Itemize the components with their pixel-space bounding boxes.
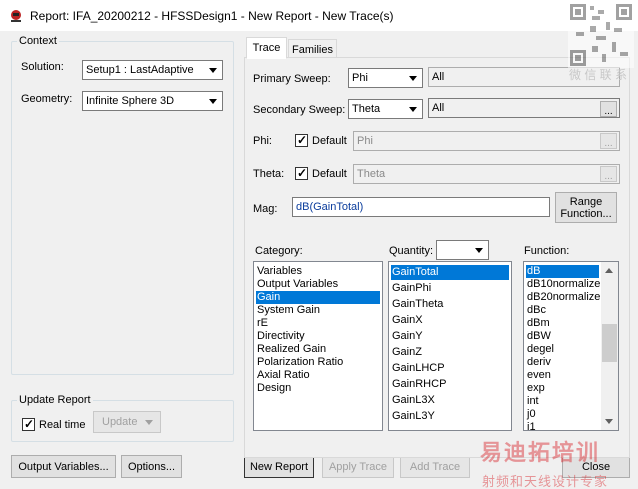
function-list-item[interactable]: dB bbox=[526, 265, 599, 278]
solution-dropdown[interactable]: Setup1 : LastAdaptive bbox=[82, 60, 223, 80]
category-list-item[interactable]: rE bbox=[256, 317, 380, 330]
geometry-label: Geometry: bbox=[21, 93, 73, 105]
function-list-item[interactable]: j0 bbox=[526, 408, 599, 421]
category-list-item[interactable]: Variables bbox=[256, 265, 380, 278]
category-list-item[interactable]: Design bbox=[256, 382, 380, 395]
function-list-item[interactable]: dB10normalize bbox=[526, 278, 600, 291]
secondary-sweep-ellipsis-button[interactable]: ... bbox=[600, 101, 617, 117]
output-variables-button[interactable]: Output Variables... bbox=[11, 455, 116, 478]
phi-default-checkbox[interactable]: ✓ bbox=[295, 133, 308, 147]
secondary-sweep-range-field[interactable]: All bbox=[428, 98, 620, 118]
theta-default-label[interactable]: Default bbox=[312, 168, 347, 180]
quantity-list-item[interactable]: GainL3X bbox=[391, 393, 509, 408]
category-list-item[interactable]: Realized Gain bbox=[256, 343, 380, 356]
chevron-down-icon[interactable] bbox=[205, 92, 222, 110]
phi-ellipsis-button[interactable]: ... bbox=[600, 133, 617, 149]
function-list-item[interactable]: exp bbox=[526, 382, 599, 395]
quantity-list-item[interactable]: GainTheta bbox=[391, 297, 509, 312]
function-list-item[interactable]: degel bbox=[526, 343, 599, 356]
primary-sweep-dropdown[interactable]: Phi bbox=[348, 68, 423, 88]
primary-sweep-label: Primary Sweep: bbox=[253, 73, 331, 85]
theta-value-field[interactable]: Theta bbox=[353, 164, 620, 184]
function-list-item[interactable]: even bbox=[526, 369, 599, 382]
function-list-item[interactable]: dBW bbox=[526, 330, 599, 343]
add-trace-button[interactable]: Add Trace bbox=[400, 455, 470, 478]
checkmark-icon: ✓ bbox=[24, 417, 35, 431]
brand-watermark-subtitle: 射频和天线设计专家 bbox=[482, 474, 609, 489]
quantity-list-item[interactable]: GainX bbox=[391, 313, 509, 328]
category-list-item[interactable]: Axial Ratio bbox=[256, 369, 380, 382]
new-report-button[interactable]: New Report bbox=[244, 455, 314, 478]
scroll-up-icon[interactable] bbox=[601, 262, 618, 279]
context-group: Context bbox=[11, 35, 234, 375]
realtime-label[interactable]: Real time bbox=[39, 419, 85, 431]
quantity-list-item[interactable]: GainLHCP bbox=[391, 361, 509, 376]
theta-label: Theta: bbox=[253, 168, 285, 180]
quantity-list[interactable]: GainTotal GainPhi GainTheta GainX GainY GainZ… bbox=[388, 261, 512, 431]
chevron-down-icon[interactable] bbox=[471, 241, 488, 259]
phi-label: Phi: bbox=[253, 135, 272, 147]
range-function-button[interactable]: Range Function... bbox=[555, 192, 617, 223]
tab-trace[interactable]: Trace bbox=[246, 37, 287, 59]
window-title: Report: IFA_20200212 - HFSSDesign1 - New… bbox=[30, 9, 394, 23]
options-button[interactable]: Options... bbox=[121, 455, 182, 478]
function-list-item[interactable]: dB20normalize bbox=[526, 291, 600, 304]
quantity-list-item[interactable]: GainTotal bbox=[391, 265, 509, 280]
brand-watermark-title: 易迪拓培训 bbox=[480, 440, 601, 465]
quantity-list-item[interactable]: GainPhi bbox=[391, 281, 509, 296]
function-list-item[interactable]: int bbox=[526, 395, 599, 408]
chevron-down-icon[interactable] bbox=[205, 61, 222, 79]
quantity-list-item[interactable]: GainZ bbox=[391, 345, 509, 360]
dialog-body: Context Solution: Setup1 : LastAdaptive … bbox=[0, 31, 638, 489]
quantity-list-item[interactable]: GainL3Y bbox=[391, 409, 509, 424]
category-list-item[interactable]: Output Variables bbox=[256, 278, 380, 291]
phi-default-label[interactable]: Default bbox=[312, 135, 347, 147]
function-list-scrollbar[interactable] bbox=[601, 262, 618, 430]
scroll-down-icon[interactable] bbox=[601, 413, 618, 430]
context-legend: Context bbox=[19, 35, 57, 47]
solution-value: Setup1 : LastAdaptive bbox=[86, 64, 194, 76]
update-button[interactable]: Update bbox=[93, 411, 161, 433]
theta-default-checkbox[interactable]: ✓ bbox=[295, 166, 308, 180]
function-list-item[interactable]: deriv bbox=[526, 356, 599, 369]
checkmark-icon: ✓ bbox=[297, 133, 308, 147]
quantity-filter-dropdown[interactable] bbox=[436, 240, 489, 260]
function-list[interactable]: dB dB10normalize dB20normalize dBc dBm dBW deg… bbox=[523, 261, 619, 431]
update-report-legend: Update Report bbox=[19, 394, 91, 406]
solution-label: Solution: bbox=[21, 61, 64, 73]
category-list[interactable]: Variables Output Variables Gain System Gain… bbox=[253, 261, 383, 431]
qr-caption-watermark: 微 信 联 系 bbox=[569, 68, 628, 82]
category-list-item[interactable]: System Gain bbox=[256, 304, 380, 317]
mag-expression-field[interactable]: dB(GainTotal) bbox=[292, 197, 550, 217]
function-list-item[interactable]: dBm bbox=[526, 317, 599, 330]
geometry-dropdown[interactable]: Infinite Sphere 3D bbox=[82, 91, 223, 111]
title-bar: Report: IFA_20200212 - HFSSDesign1 - New… bbox=[0, 0, 638, 31]
category-list-item[interactable]: Directivity bbox=[256, 330, 380, 343]
secondary-sweep-dropdown[interactable]: Theta bbox=[348, 99, 423, 119]
apply-trace-button[interactable]: Apply Trace bbox=[322, 455, 394, 478]
ansys-app-icon bbox=[11, 10, 21, 22]
geometry-value: Infinite Sphere 3D bbox=[86, 95, 175, 107]
scrollbar-thumb[interactable] bbox=[602, 324, 617, 362]
function-list-item[interactable]: j1 bbox=[526, 421, 599, 430]
mag-label: Mag: bbox=[253, 203, 278, 215]
realtime-checkbox[interactable]: ✓ bbox=[22, 417, 35, 431]
quantity-list-item[interactable]: GainY bbox=[391, 329, 509, 344]
category-list-item[interactable]: Gain bbox=[256, 291, 380, 304]
theta-ellipsis-button[interactable]: ... bbox=[600, 166, 617, 182]
phi-value-field[interactable]: Phi bbox=[353, 131, 620, 151]
qr-code-watermark bbox=[568, 2, 634, 68]
function-label: Function: bbox=[524, 245, 570, 257]
checkmark-icon: ✓ bbox=[297, 166, 308, 180]
function-list-item[interactable]: dBc bbox=[526, 304, 599, 317]
category-label: Category: bbox=[255, 245, 303, 257]
chevron-down-icon[interactable] bbox=[405, 100, 422, 118]
chevron-down-icon[interactable] bbox=[405, 69, 422, 87]
category-list-item[interactable]: Polarization Ratio bbox=[256, 356, 380, 369]
tab-families[interactable]: Families bbox=[288, 39, 337, 59]
secondary-sweep-label: Secondary Sweep: bbox=[253, 104, 346, 116]
quantity-list-item[interactable]: GainRHCP bbox=[391, 377, 509, 392]
quantity-label: Quantity: bbox=[389, 245, 434, 257]
dropdown-arrow-icon bbox=[145, 420, 153, 425]
